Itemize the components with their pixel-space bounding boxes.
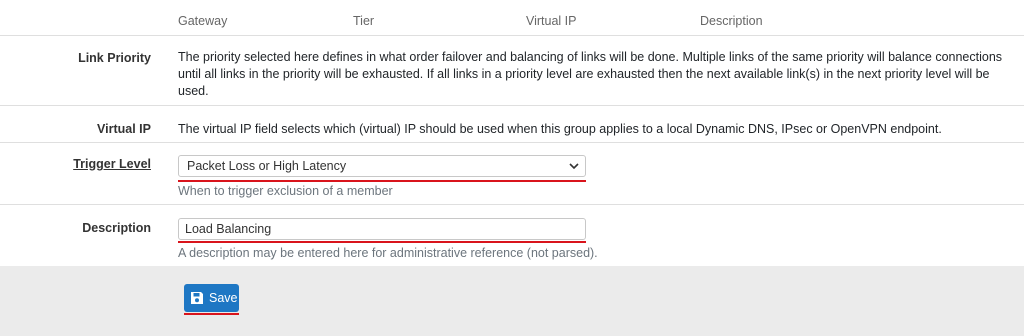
column-virtual-ip: Virtual IP	[526, 14, 577, 28]
members-table-header: Gateway Tier Virtual IP Description	[0, 0, 1024, 36]
trigger-level-help: When to trigger exclusion of a member	[178, 184, 393, 198]
description-input-value: Load Balancing	[185, 222, 272, 236]
save-icon	[191, 292, 203, 304]
description-input[interactable]: Load Balancing	[178, 218, 586, 240]
column-gateway: Gateway	[178, 14, 228, 28]
description-help: A description may be entered here for ad…	[178, 246, 598, 260]
save-button[interactable]: Save	[184, 284, 239, 312]
form-panel: Gateway Tier Virtual IP Description Link…	[0, 0, 1024, 266]
virtual-ip-label: Virtual IP	[97, 122, 151, 136]
chevron-down-icon	[569, 163, 579, 170]
trigger-level-selected: Packet Loss or High Latency	[187, 159, 347, 173]
virtual-ip-text: The virtual IP field selects which (virt…	[178, 122, 942, 136]
save-button-label: Save	[209, 291, 238, 305]
description-label: Description	[82, 221, 151, 235]
virtual-ip-row: Virtual IP The virtual IP field selects …	[0, 106, 1024, 143]
trigger-level-label[interactable]: Trigger Level	[73, 157, 151, 171]
link-priority-label: Link Priority	[78, 51, 151, 65]
column-tier: Tier	[353, 14, 375, 28]
column-description: Description	[700, 14, 763, 28]
trigger-level-select[interactable]: Packet Loss or High Latency	[178, 155, 586, 177]
trigger-level-row: Trigger Level Packet Loss or High Latenc…	[0, 143, 1024, 205]
highlight-underline	[184, 313, 239, 315]
highlight-underline	[178, 180, 586, 182]
highlight-underline	[178, 241, 586, 243]
link-priority-text: The priority selected here defines in wh…	[178, 50, 1003, 98]
description-row: Description Load Balancing A description…	[0, 205, 1024, 266]
link-priority-row: Link Priority The priority selected here…	[0, 36, 1024, 106]
